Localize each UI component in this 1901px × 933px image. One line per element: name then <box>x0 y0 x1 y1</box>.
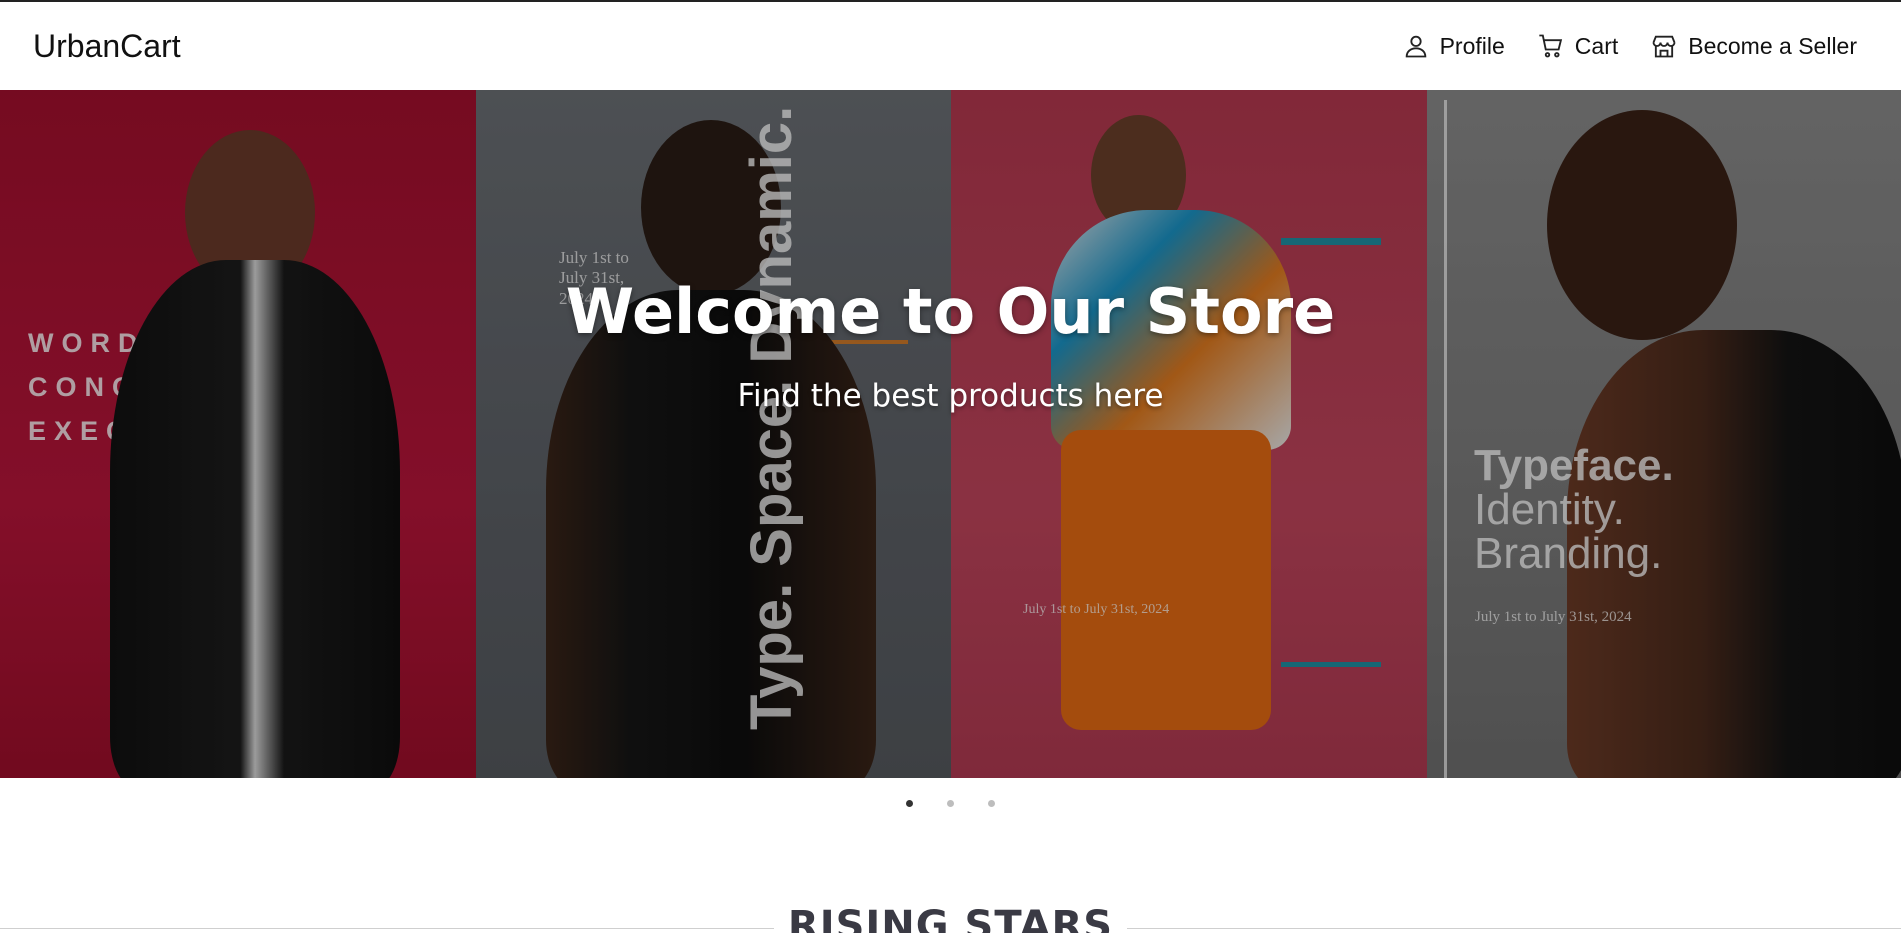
nav-become-seller-label: Become a Seller <box>1688 32 1857 59</box>
nav-cart-link[interactable]: Cart <box>1537 32 1618 60</box>
hero-carousel[interactable]: WORDPLAY. CONCEPT. EXECUTION. July 1st t… <box>0 90 1901 778</box>
store-icon <box>1652 35 1676 58</box>
nav-become-seller-link[interactable]: Become a Seller <box>1650 32 1857 60</box>
carousel-dot-2[interactable] <box>947 800 954 807</box>
nav-profile-link[interactable]: Profile <box>1402 32 1505 60</box>
cart-icon <box>1539 34 1562 58</box>
section-title-text: RISING STARS <box>773 903 1128 933</box>
top-navbar: UrbanCart Profile Cart Become a Seller <box>0 0 1901 90</box>
carousel-indicators <box>0 800 1901 807</box>
carousel-dot-1[interactable] <box>906 800 913 807</box>
hero-title: Welcome to Our Store <box>565 275 1336 348</box>
user-icon <box>1405 35 1426 58</box>
nav-profile-label: Profile <box>1439 32 1505 59</box>
brand-logo[interactable]: UrbanCart <box>33 28 181 65</box>
hero-dark-overlay <box>0 90 1901 778</box>
carousel-dot-3[interactable] <box>988 800 995 807</box>
section-title: RISING STARS <box>0 903 1901 933</box>
hero-subtitle: Find the best products here <box>737 378 1164 414</box>
nav-cart-label: Cart <box>1574 32 1619 59</box>
nav-links: Profile Cart Become a Seller <box>1402 32 1857 60</box>
